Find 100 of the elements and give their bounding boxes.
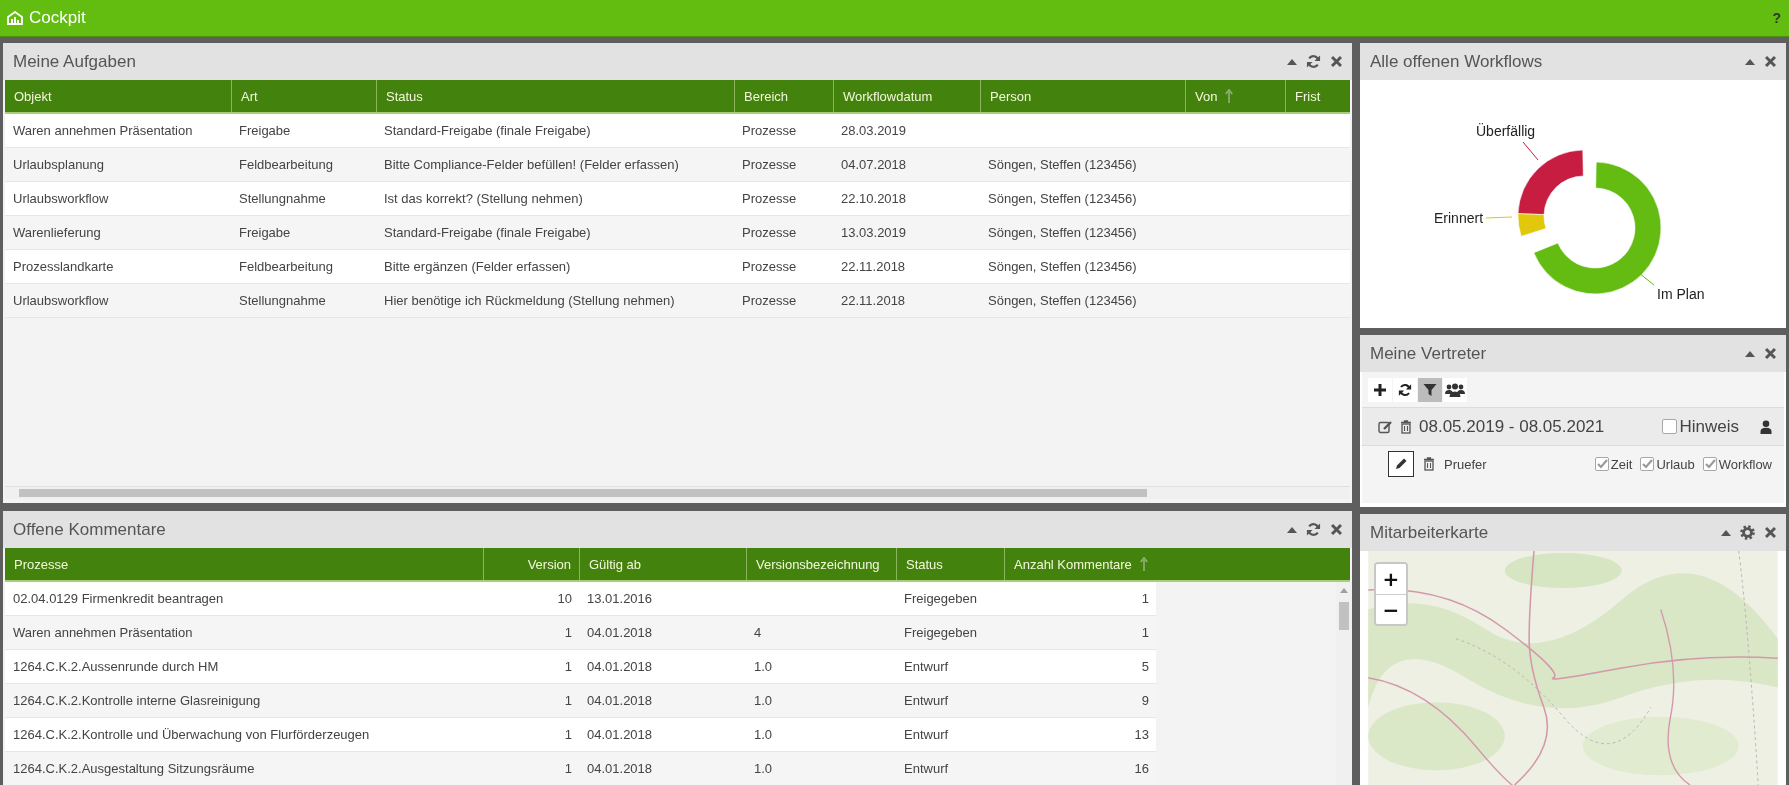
table-cell-text: Prozesse (741, 123, 798, 138)
refresh-icon[interactable] (1306, 522, 1321, 537)
table-cell-text: 1 (563, 761, 573, 776)
table-cell-text: 1.0 (753, 659, 774, 674)
app-title: Cockpit (29, 8, 87, 28)
table-cell-text: 1 (563, 693, 573, 708)
donut-slice[interactable] (1517, 213, 1547, 237)
collapse-icon[interactable] (1745, 350, 1755, 357)
table-cell-text: 28.03.2019 (840, 123, 908, 138)
table-cell-text: Waren annehmen Präsentation (12, 625, 194, 640)
zoom-out-button[interactable]: − (1376, 594, 1406, 624)
filter-button[interactable] (1418, 378, 1442, 402)
table-cell-text: 13.03.2019 (840, 225, 908, 240)
table-cell-text: Söngen, Steffen (123456) (987, 225, 1138, 240)
checkbox[interactable] (1640, 457, 1655, 471)
table-cell-text: Freigegeben (903, 591, 978, 606)
scrollbar-thumb[interactable] (1339, 602, 1349, 630)
collapse-icon[interactable] (1745, 58, 1755, 65)
column-header[interactable]: Status (896, 548, 1004, 580)
table-cell-text: 22.11.2018 (840, 259, 907, 274)
date-range: 08.05.2019 - 08.05.2021 (1419, 416, 1606, 437)
table-cell-text: 1264.C.K.2.Kontrolle interne Glasreinigung (12, 693, 262, 708)
table-cell-text: 16 (1133, 761, 1150, 776)
donut-slice[interactable] (1517, 149, 1584, 215)
column-header[interactable]: Bereich (734, 80, 833, 112)
table-cell-text: 02.04.0129 Firmenkredit beantragen (12, 591, 225, 606)
table-cell-text: 04.07.2018 (840, 157, 908, 172)
table-cell-text: Söngen, Steffen (123456) (987, 191, 1138, 206)
close-icon[interactable] (1764, 55, 1777, 68)
table-cell-text: Bitte ergänzen (Felder erfassen) (383, 259, 572, 274)
column-header[interactable]: Workflowdatum (833, 80, 980, 112)
table-cell-text: 10 (556, 591, 573, 606)
help-button[interactable]: ? (1770, 10, 1783, 26)
column-header[interactable]: Frist (1285, 80, 1350, 112)
trash-icon[interactable] (1423, 457, 1435, 471)
table-cell-text: Waren annehmen Präsentation (12, 123, 194, 138)
table-cell-text: 22.10.2018 (840, 191, 908, 206)
add-button[interactable] (1368, 378, 1392, 402)
checkbox-label: Zeit (1610, 456, 1633, 472)
collapse-icon[interactable] (1287, 526, 1297, 533)
table-cell-text: Prozesse (741, 157, 798, 172)
collapse-icon[interactable] (1287, 58, 1297, 65)
table-cell-text: 1264.C.K.2.Kontrolle und Überwachung von Flurförderzeugen (12, 727, 371, 742)
table-cell-text: Urlaubsworkflow (12, 191, 110, 206)
table-cell-text: 1 (563, 659, 573, 674)
table-cell-text: Warenlieferung (12, 225, 102, 240)
table-cell-text: Hier benötige ich Rückmeldung (Stellung nehmen) (383, 293, 676, 308)
checkbox[interactable] (1594, 457, 1609, 471)
table-cell-text: 04.01.2018 (586, 625, 654, 640)
table-cell-text: Urlaubsworkflow (12, 293, 110, 308)
table-cell-text: 1.0 (753, 727, 774, 742)
column-header[interactable]: Von (1185, 80, 1285, 112)
sort-arrow-icon (1225, 89, 1234, 103)
slice-label: Erinnert (1434, 210, 1484, 226)
column-header[interactable]: Gültig ab (579, 548, 746, 580)
table-cell-text: Ist das korrekt? (Stellung nehmen) (383, 191, 584, 206)
column-header[interactable]: Objekt (5, 80, 231, 112)
panel-title: Meine Aufgaben (13, 51, 137, 72)
table-cell-text: Söngen, Steffen (123456) (987, 157, 1138, 172)
table-cell-text: Prozesslandkarte (12, 259, 115, 274)
table-cell-text: 04.01.2018 (586, 761, 654, 776)
settings-icon[interactable] (1740, 525, 1755, 540)
checkbox[interactable] (1702, 457, 1717, 471)
user-icon (1760, 419, 1772, 434)
refresh-button[interactable] (1393, 378, 1417, 402)
table-cell-text: 1.0 (753, 761, 774, 776)
scrollbar[interactable] (5, 486, 1350, 499)
table-cell-text: 9 (1140, 693, 1150, 708)
sort-arrow-icon (1139, 557, 1148, 571)
edit-button[interactable] (1388, 451, 1414, 477)
column-header[interactable]: Anzahl Kommentare (1004, 548, 1156, 580)
filter-icon (1423, 383, 1437, 397)
table-cell-text: 04.01.2018 (586, 727, 654, 742)
table-cell-text: Entwurf (903, 727, 950, 742)
trash-icon[interactable] (1400, 419, 1412, 434)
slice-label: Im Plan (1657, 286, 1705, 302)
table-cell-text: Feldbearbeitung (238, 157, 334, 172)
collapse-icon[interactable] (1721, 529, 1731, 536)
group-button[interactable] (1443, 378, 1467, 402)
column-header[interactable]: Status (376, 80, 734, 112)
plus-icon (1373, 383, 1387, 397)
close-icon[interactable] (1330, 523, 1343, 536)
panel-title: Alle offenen Workflows (1370, 51, 1544, 72)
table-cell-text: Söngen, Steffen (123456) (987, 259, 1138, 274)
close-icon[interactable] (1764, 526, 1777, 539)
table-cell-text: Freigabe (238, 225, 292, 240)
edit-icon[interactable] (1378, 419, 1393, 434)
scrollbar-thumb[interactable] (19, 489, 1147, 497)
close-icon[interactable] (1764, 347, 1777, 360)
close-icon[interactable] (1330, 55, 1343, 68)
column-header[interactable]: Art (231, 80, 376, 112)
column-header[interactable]: Prozesse (5, 548, 483, 580)
panel-title: Meine Vertreter (1370, 343, 1488, 364)
column-header[interactable]: Version (483, 548, 579, 580)
table-cell-text: 1 (1140, 625, 1150, 640)
column-header[interactable]: Person (980, 80, 1185, 112)
refresh-icon (1398, 383, 1412, 397)
column-header[interactable]: Versionsbezeichnung (746, 548, 896, 580)
checkbox[interactable] (1662, 419, 1678, 434)
refresh-icon[interactable] (1306, 54, 1321, 69)
